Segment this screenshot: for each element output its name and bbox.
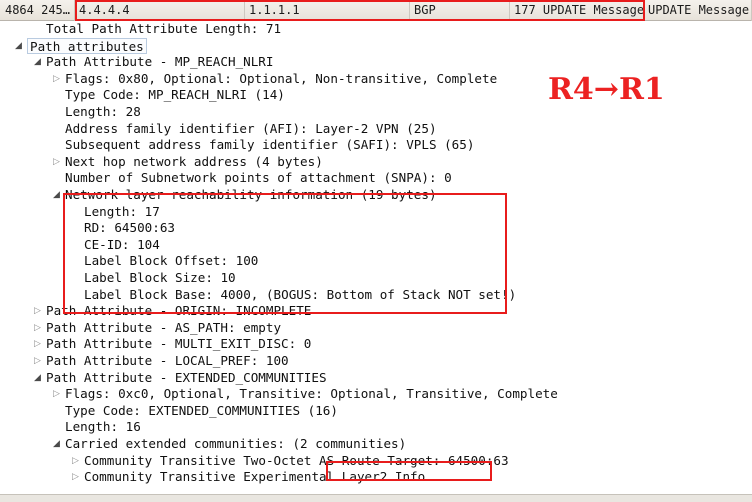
tree-row[interactable]: ▷ Community Transitive Two-Octet AS Route… xyxy=(0,453,752,470)
tree-row[interactable]: Length: 17 xyxy=(0,204,752,221)
tree-row[interactable]: Total Path Attribute Length: 71 xyxy=(0,21,752,38)
tree-row[interactable]: RD: 64500:63 xyxy=(0,220,752,237)
tree-row-label: Flags: 0xc0, Optional, Transitive: Optio… xyxy=(65,386,558,402)
tree-row-label: Path Attribute - ORIGIN: INCOMPLETE xyxy=(46,303,312,319)
tree-row[interactable]: ◢ Network layer reachability information … xyxy=(0,187,752,204)
tree-row-label: Path Attribute - AS_PATH: empty xyxy=(46,319,282,335)
tree-row-label: Community Transitive Experimental Layer2… xyxy=(84,469,426,485)
tree-row-label: CE-ID: 104 xyxy=(84,236,160,252)
packet-column-info: UPDATE Message xyxy=(644,0,752,21)
tree-row[interactable]: ◢ Path Attribute - EXTENDED_COMMUNITIES xyxy=(0,370,752,387)
tree-expand-toggle-open[interactable]: ◢ xyxy=(12,38,25,55)
tree-row[interactable]: Subsequent address family identifier (SA… xyxy=(0,137,752,154)
tree-expand-toggle-closed[interactable]: ▷ xyxy=(50,386,63,403)
tree-row-label: RD: 64500:63 xyxy=(84,220,175,236)
tree-row[interactable]: ▷ Community Transitive Experimental Layer… xyxy=(0,469,752,486)
tree-row-label: Type Code: MP_REACH_NLRI (14) xyxy=(65,87,285,103)
tree-row-label: Path Attribute - MP_REACH_NLRI xyxy=(46,54,274,70)
tree-expand-toggle-closed[interactable]: ▷ xyxy=(69,469,82,486)
tree-row[interactable]: ◢ Path attributes xyxy=(0,37,752,55)
packet-column-no-time: 4864 245… xyxy=(0,0,75,21)
tree-row[interactable]: Label Block Size: 10 xyxy=(0,270,752,287)
tree-row-label: Type Code: EXTENDED_COMMUNITIES (16) xyxy=(65,402,338,418)
tree-row-label: Next hop network address (4 bytes) xyxy=(65,153,323,169)
tree-expand-toggle-closed[interactable]: ▷ xyxy=(50,71,63,88)
tree-row-label: Carried extended communities: (2 communi… xyxy=(65,436,407,451)
tree-row-label: Length: 28 xyxy=(65,104,141,119)
tree-expand-toggle-closed[interactable]: ▷ xyxy=(69,453,82,470)
tree-row-label: Label Block Offset: 100 xyxy=(84,253,259,269)
tree-row[interactable]: ▷ Path Attribute - AS_PATH: empty xyxy=(0,320,752,337)
tree-row[interactable]: Label Block Base: 4000, (BOGUS: Bottom o… xyxy=(0,287,752,304)
tree-row[interactable]: Address family identifier (AFI): Layer-2… xyxy=(0,121,752,138)
tree-row[interactable]: ▷ Path Attribute - MULTI_EXIT_DISC: 0 xyxy=(0,336,752,353)
tree-row[interactable]: ◢ Path Attribute - MP_REACH_NLRI xyxy=(0,54,752,71)
bottom-status-strip xyxy=(0,494,752,502)
tree-row[interactable]: Length: 16 xyxy=(0,419,752,436)
tree-row[interactable]: Number of Subnetwork points of attachmen… xyxy=(0,170,752,187)
tree-row-label: Network layer reachability information (… xyxy=(65,187,437,202)
tree-row-label: Path attributes xyxy=(27,37,147,54)
tree-row-label: Path Attribute - LOCAL_PREF: 100 xyxy=(46,353,289,368)
tree-row-label: Label Block Base: 4000, (BOGUS: Bottom o… xyxy=(84,286,517,302)
tree-row[interactable]: ▷ Flags: 0xc0, Optional, Transitive: Opti… xyxy=(0,386,752,403)
tree-row-label: Flags: 0x80, Optional: Optional, Non-tra… xyxy=(65,70,498,86)
tree-row-label: Path Attribute - MULTI_EXIT_DISC: 0 xyxy=(46,336,312,352)
tree-row-label: Path Attribute - EXTENDED_COMMUNITIES xyxy=(46,369,327,385)
tree-expand-toggle-closed[interactable]: ▷ xyxy=(31,336,44,353)
tree-row[interactable]: CE-ID: 104 xyxy=(0,237,752,254)
tree-row-label: Community Transitive Two-Octet AS Route … xyxy=(84,452,509,468)
tree-row-label: Label Block Size: 10 xyxy=(84,270,236,285)
packet-column-protocol: BGP xyxy=(410,0,510,21)
packet-column-destination: 1.1.1.1 xyxy=(245,0,410,21)
tree-row[interactable]: ▷ Next hop network address (4 bytes) xyxy=(0,154,752,171)
annotation-label-r4-to-r1: R4→R1 xyxy=(548,72,665,107)
tree-row[interactable]: ▷ Path Attribute - LOCAL_PREF: 100 xyxy=(0,353,752,370)
tree-row[interactable]: ◢ Carried extended communities: (2 commun… xyxy=(0,436,752,453)
tree-row-label: Length: 17 xyxy=(84,203,160,219)
packet-column-length-info: 177 UPDATE Message, xyxy=(510,0,644,21)
tree-row-label: Length: 16 xyxy=(65,419,141,435)
tree-expand-toggle-open[interactable]: ◢ xyxy=(31,370,44,387)
tree-row[interactable]: Type Code: EXTENDED_COMMUNITIES (16) xyxy=(0,403,752,420)
tree-expand-toggle-open[interactable]: ◢ xyxy=(31,54,44,71)
tree-row-label: Number of Subnetwork points of attachmen… xyxy=(65,170,452,186)
tree-expand-toggle-closed[interactable]: ▷ xyxy=(50,154,63,171)
tree-expand-toggle-closed[interactable]: ▷ xyxy=(31,353,44,370)
packet-list-row[interactable]: 4864 245… 4.4.4.4 1.1.1.1 BGP 177 UPDATE… xyxy=(0,0,752,21)
tree-row[interactable]: Label Block Offset: 100 xyxy=(0,253,752,270)
packet-column-source: 4.4.4.4 xyxy=(75,0,245,21)
tree-expand-toggle-open[interactable]: ◢ xyxy=(50,187,63,204)
tree-expand-toggle-closed[interactable]: ▷ xyxy=(31,303,44,320)
tree-row-label: Total Path Attribute Length: 71 xyxy=(46,21,282,36)
tree-row-label: Address family identifier (AFI): Layer-2… xyxy=(65,120,437,136)
tree-expand-toggle-open[interactable]: ◢ xyxy=(50,436,63,453)
tree-row[interactable]: ▷ Path Attribute - ORIGIN: INCOMPLETE xyxy=(0,303,752,320)
tree-expand-toggle-closed[interactable]: ▷ xyxy=(31,320,44,337)
tree-row-label: Subsequent address family identifier (SA… xyxy=(65,137,475,153)
